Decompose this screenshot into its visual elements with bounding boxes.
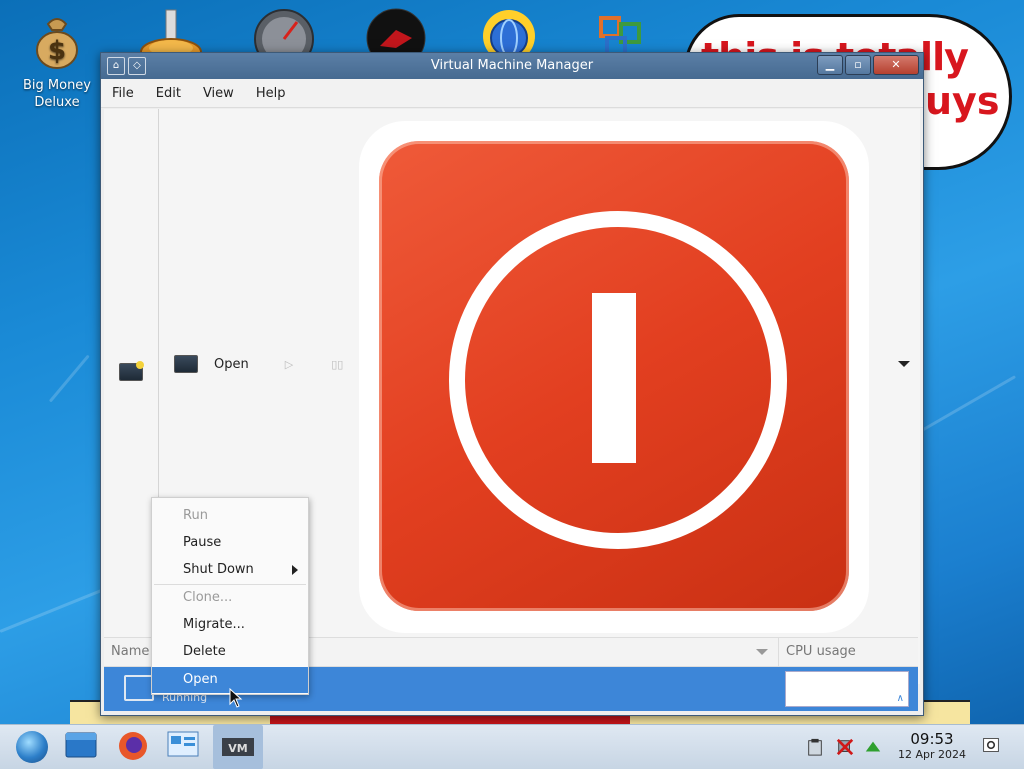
shutdown-dropdown-arrow[interactable] — [898, 361, 910, 367]
taskbar-file-manager[interactable] — [64, 729, 104, 765]
svg-text:VM: VM — [228, 742, 247, 755]
desktop-icon-label: Big Money — [22, 78, 91, 93]
firefox-icon — [119, 732, 147, 760]
window-titlebar[interactable]: ⌂ ◇ Virtual Machine Manager ▁ ▫ ✕ — [101, 53, 923, 79]
pause-icon[interactable]: ▯▯ — [331, 358, 343, 371]
menu-item-delete[interactable]: Delete — [152, 639, 308, 665]
menubar: File Edit View Help — [101, 79, 923, 108]
clock-date: 12 Apr 2024 — [897, 748, 966, 761]
column-name[interactable]: Name — [111, 644, 149, 659]
taskbar-firefox[interactable] — [116, 729, 156, 765]
wallpaper-streak — [919, 375, 1017, 433]
taskbar: VM 09:53 12 Apr 2024 — [0, 724, 1024, 769]
desktop-icon-label: Deluxe — [34, 95, 80, 110]
wallpaper-streak — [48, 354, 90, 403]
menu-item-shut-down-label: Shut Down — [183, 562, 254, 577]
run-icon[interactable]: ▷ — [285, 358, 293, 371]
close-button[interactable]: ✕ — [873, 55, 919, 75]
clipboard-icon[interactable] — [806, 738, 824, 756]
sort-dropdown-icon[interactable] — [756, 649, 768, 655]
menu-item-migrate[interactable]: Migrate... — [152, 612, 308, 638]
vm-context-menu: Run Pause Shut Down Clone... Migrate... … — [151, 497, 309, 695]
submenu-arrow-icon — [292, 565, 298, 575]
meme-text-line2: uys — [925, 79, 1000, 123]
upload-arrow-icon[interactable] — [864, 738, 882, 756]
menu-item-clone[interactable]: Clone... — [152, 585, 308, 611]
svg-text:$: $ — [48, 36, 66, 66]
clock-time: 09:53 — [910, 730, 954, 748]
vm-screen-icon — [124, 675, 154, 701]
menu-view[interactable]: View — [192, 86, 245, 101]
minimize-button[interactable]: ▁ — [817, 55, 843, 75]
file-manager-icon — [65, 732, 97, 758]
shutdown-button-graphic — [379, 141, 849, 611]
menu-item-shut-down[interactable]: Shut Down — [152, 557, 308, 583]
start-orb-icon[interactable] — [16, 731, 48, 763]
menu-edit[interactable]: Edit — [145, 86, 192, 101]
taskbar-control-panel[interactable] — [166, 729, 206, 765]
mouse-cursor-icon — [229, 688, 243, 708]
maximize-button[interactable]: ▫ — [845, 55, 871, 75]
money-bag-icon: $ — [36, 18, 78, 69]
network-icon[interactable] — [836, 738, 854, 756]
taskbar-clock[interactable]: 09:53 12 Apr 2024 — [894, 731, 970, 762]
shutdown-overlay-image — [359, 121, 869, 633]
open-button[interactable]: Open — [214, 357, 249, 372]
control-panel-icon — [167, 731, 199, 757]
window-title: Virtual Machine Manager — [430, 58, 594, 73]
vm-toolbar: Open ▷ ▯▯ — [174, 355, 343, 373]
menu-help[interactable]: Help — [245, 86, 297, 101]
keep-above-icon[interactable]: ◇ — [128, 57, 146, 75]
window-menu-icon[interactable]: ⌂ — [107, 57, 125, 75]
cpu-usage-graph: ∧ — [785, 671, 909, 707]
taskbar-vmm[interactable]: VM — [213, 725, 263, 769]
new-vm-badge — [136, 361, 144, 369]
menu-item-pause[interactable]: Pause — [152, 530, 308, 556]
menu-file[interactable]: File — [101, 86, 145, 101]
column-cpu-usage[interactable]: CPU usage — [778, 638, 856, 666]
menu-item-run[interactable]: Run — [152, 503, 308, 529]
desktop-icon-big-money-deluxe[interactable]: $ Big Money Deluxe — [18, 10, 96, 111]
power-bar — [592, 293, 636, 463]
notifications-icon[interactable] — [982, 736, 1000, 754]
vmm-icon: VM — [222, 738, 254, 756]
open-console-icon[interactable] — [174, 355, 198, 373]
cpu-graph-peak: ∧ — [896, 693, 904, 704]
